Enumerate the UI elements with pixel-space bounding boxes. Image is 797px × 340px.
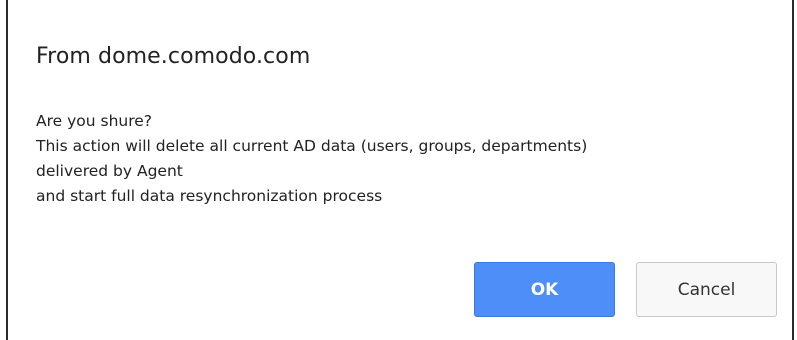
confirm-dialog: From dome.comodo.com Are you shure? This… xyxy=(0,0,797,340)
dialog-message: Are you shure? This action will delete a… xyxy=(36,109,776,209)
cancel-button[interactable]: Cancel xyxy=(636,262,777,317)
dialog-title: From dome.comodo.com xyxy=(36,44,311,69)
message-line: and start full data resynchronization pr… xyxy=(36,187,383,205)
message-line: delivered by Agent xyxy=(36,162,183,180)
ok-button[interactable]: OK xyxy=(474,262,615,317)
window-border-left xyxy=(6,0,8,340)
window-border-right xyxy=(792,0,794,340)
message-line: This action will delete all current AD d… xyxy=(36,137,588,155)
message-line: Are you shure? xyxy=(36,112,153,130)
